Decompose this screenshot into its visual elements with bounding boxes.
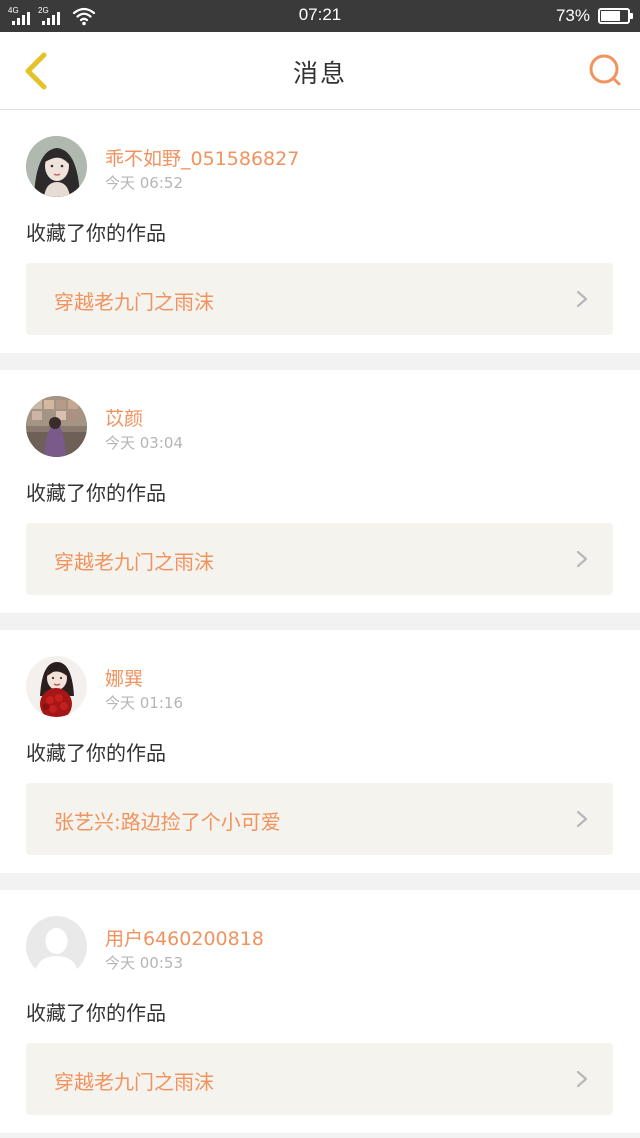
action-text: 收藏了你的作品 — [26, 741, 166, 765]
battery-icon — [598, 8, 633, 24]
action-text: 收藏了你的作品 — [26, 481, 166, 505]
avatar-default — [26, 916, 87, 977]
chevron-right-icon — [576, 1070, 588, 1088]
action-text: 收藏了你的作品 — [26, 221, 166, 245]
user-avatar[interactable] — [26, 396, 87, 457]
message-card: 苡颜 今天 03:04 收藏了你的作品 穿越老九门之雨沫 — [0, 370, 640, 613]
chevron-right-icon — [576, 810, 588, 828]
action-text: 收藏了你的作品 — [26, 1001, 166, 1025]
message-time: 今天 01:16 — [105, 694, 183, 712]
work-link[interactable]: 穿越老九门之雨沫 — [26, 263, 613, 335]
user-avatar[interactable] — [26, 136, 87, 197]
user-avatar[interactable] — [26, 656, 87, 717]
work-link[interactable]: 穿越老九门之雨沫 — [26, 523, 613, 595]
user-avatar[interactable] — [26, 916, 87, 977]
username[interactable]: 娜巽 — [105, 664, 143, 691]
avatar-photo-roses — [26, 656, 87, 717]
username[interactable]: 用户6460200818 — [105, 924, 264, 951]
username[interactable]: 苡颜 — [105, 404, 143, 431]
message-time: 今天 00:53 — [105, 954, 183, 972]
message-card: 娜巽 今天 01:16 收藏了你的作品 张艺兴:路边捡了个小可爱 — [0, 630, 640, 873]
username[interactable]: 乖不如野_051586827 — [105, 144, 299, 171]
status-bar: 4G 2G 07:21 73% — [0, 0, 640, 32]
work-link[interactable]: 穿越老九门之雨沫 — [26, 1043, 613, 1115]
work-title: 穿越老九门之雨沫 — [54, 290, 214, 314]
work-title: 穿越老九门之雨沫 — [54, 1070, 214, 1094]
battery-group: 73% — [555, 4, 633, 28]
nav-bar: 消息 — [0, 32, 640, 110]
search-button[interactable] — [584, 50, 626, 92]
battery-percent: 73% — [555, 6, 590, 25]
message-time: 今天 03:04 — [105, 434, 183, 452]
message-card: 用户6460200818 今天 00:53 收藏了你的作品 穿越老九门之雨沫 — [0, 890, 640, 1133]
message-card: 乖不如野_051586827 今天 06:52 收藏了你的作品 穿越老九门之雨沫 — [0, 110, 640, 353]
work-title: 穿越老九门之雨沫 — [54, 550, 214, 574]
chevron-right-icon — [576, 290, 588, 308]
search-icon — [589, 54, 621, 86]
message-time: 今天 06:52 — [105, 174, 183, 192]
avatar-photo-girl — [26, 136, 87, 197]
avatar-photo-room — [26, 396, 87, 457]
page-title: 消息 — [292, 59, 347, 88]
message-list: 乖不如野_051586827 今天 06:52 收藏了你的作品 穿越老九门之雨沫 — [0, 110, 640, 1138]
chevron-right-icon — [576, 550, 588, 568]
status-time: 07:21 — [298, 5, 342, 24]
work-title: 张艺兴:路边捡了个小可爱 — [54, 810, 281, 834]
work-link[interactable]: 张艺兴:路边捡了个小可爱 — [26, 783, 613, 855]
